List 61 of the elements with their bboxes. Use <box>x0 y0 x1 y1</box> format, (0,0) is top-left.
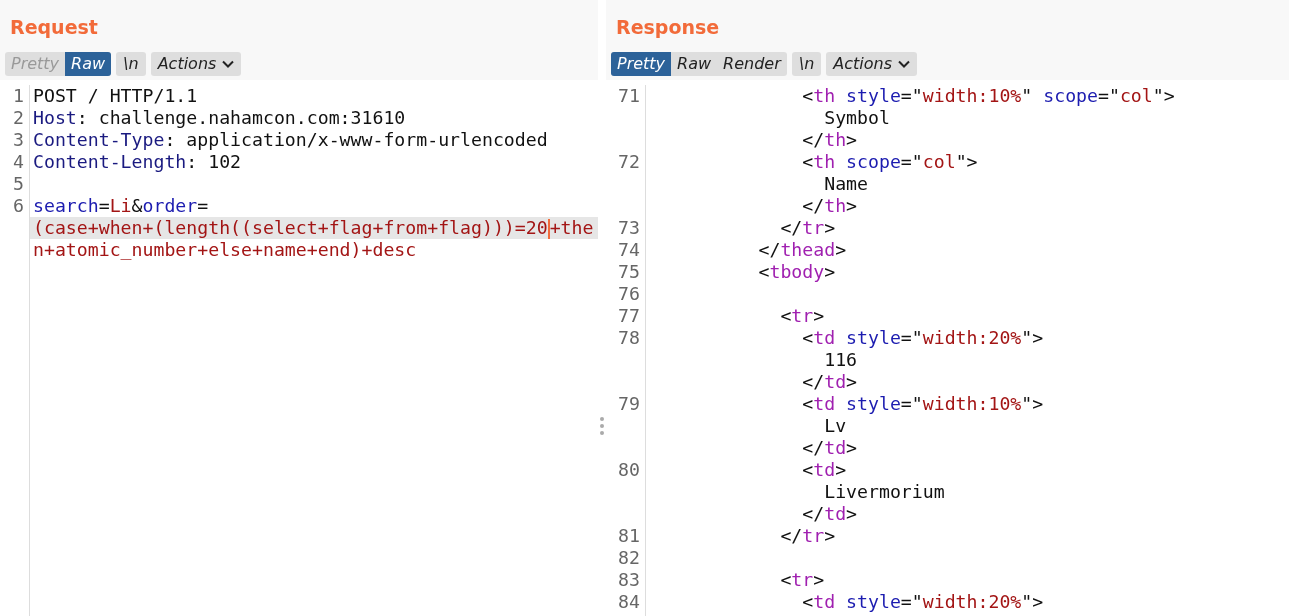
line-number: 84 <box>618 591 640 612</box>
code-line: <td style="width:20%"> <box>801 591 1045 613</box>
line-number: 83 <box>618 569 640 590</box>
code-line: Content-Length: 102 <box>32 151 243 173</box>
code-line: Symbol <box>823 107 891 129</box>
view-tab[interactable]: Raw <box>65 52 112 76</box>
code-line: POST / HTTP/1.1 <box>32 85 199 107</box>
line-number: 82 <box>618 547 640 568</box>
code-line: </td> <box>801 503 859 525</box>
line-number: 73 <box>618 217 640 238</box>
line-number: 75 <box>618 261 640 282</box>
code-line: Livermorium <box>823 481 946 503</box>
pane-title: Response <box>615 15 721 40</box>
line-number: 78 <box>618 327 640 348</box>
newline-toggle[interactable]: \n <box>791 52 822 76</box>
line-number: 74 <box>618 239 640 260</box>
view-tab[interactable]: Render <box>717 52 787 76</box>
code-line: <th style="width:10%" scope="col"> <box>801 85 1176 107</box>
code-line: </th> <box>801 195 859 217</box>
code-line: <td style="width:10%"> <box>801 393 1045 415</box>
line-number: 4 <box>13 151 24 172</box>
actions-dropdown[interactable]: Actions <box>150 52 242 76</box>
line-number: 6 <box>13 195 24 216</box>
line-number: 79 <box>618 393 640 414</box>
line-number: 1 <box>13 85 24 106</box>
code-line: 116 <box>823 349 859 371</box>
line-number: 2 <box>13 107 24 128</box>
code-line: <tbody> <box>757 261 837 283</box>
code-line: </th> <box>801 129 859 151</box>
actions-dropdown[interactable]: Actions <box>826 52 918 76</box>
newline-toggle[interactable]: \n <box>116 52 146 76</box>
line-number: 80 <box>618 459 640 480</box>
code-line: </td> <box>801 437 859 459</box>
line-number: 3 <box>13 129 24 150</box>
view-tab[interactable]: Pretty <box>611 52 672 76</box>
code-line: </td> <box>801 371 859 393</box>
code-line: </tr> <box>779 217 837 239</box>
code-line: </thead> <box>757 239 848 261</box>
code-line: <td style="width:20%"> <box>801 327 1045 349</box>
code-line: <td> <box>801 459 848 481</box>
view-tab[interactable]: Raw <box>671 52 718 76</box>
line-number: 5 <box>13 173 24 194</box>
code-line: search=Li&order= <box>32 195 210 217</box>
line-number: 71 <box>618 85 640 106</box>
line-number: 81 <box>618 525 640 546</box>
line-number: 72 <box>618 151 640 172</box>
code-line: n+atomic_number+else+name+end)+desc <box>32 239 418 261</box>
chevron-down-icon <box>898 60 911 68</box>
code-line: <tr> <box>779 569 826 591</box>
code-line: Host: challenge.nahamcon.com:31610 <box>32 107 407 129</box>
code-line: <th scope="col"> <box>801 151 979 173</box>
chevron-down-icon <box>222 60 235 68</box>
line-number: 76 <box>618 283 640 304</box>
code-line: Content-Type: application/x-www-form-urlencoded <box>32 129 549 151</box>
code-line: <tr> <box>779 305 826 327</box>
pane-title: Request <box>9 15 99 40</box>
code-line: Name <box>823 173 869 195</box>
resize-handle[interactable] <box>600 416 604 436</box>
line-number: 77 <box>618 305 640 326</box>
code-line: Lv <box>823 415 848 437</box>
code-line: </tr> <box>779 525 837 547</box>
